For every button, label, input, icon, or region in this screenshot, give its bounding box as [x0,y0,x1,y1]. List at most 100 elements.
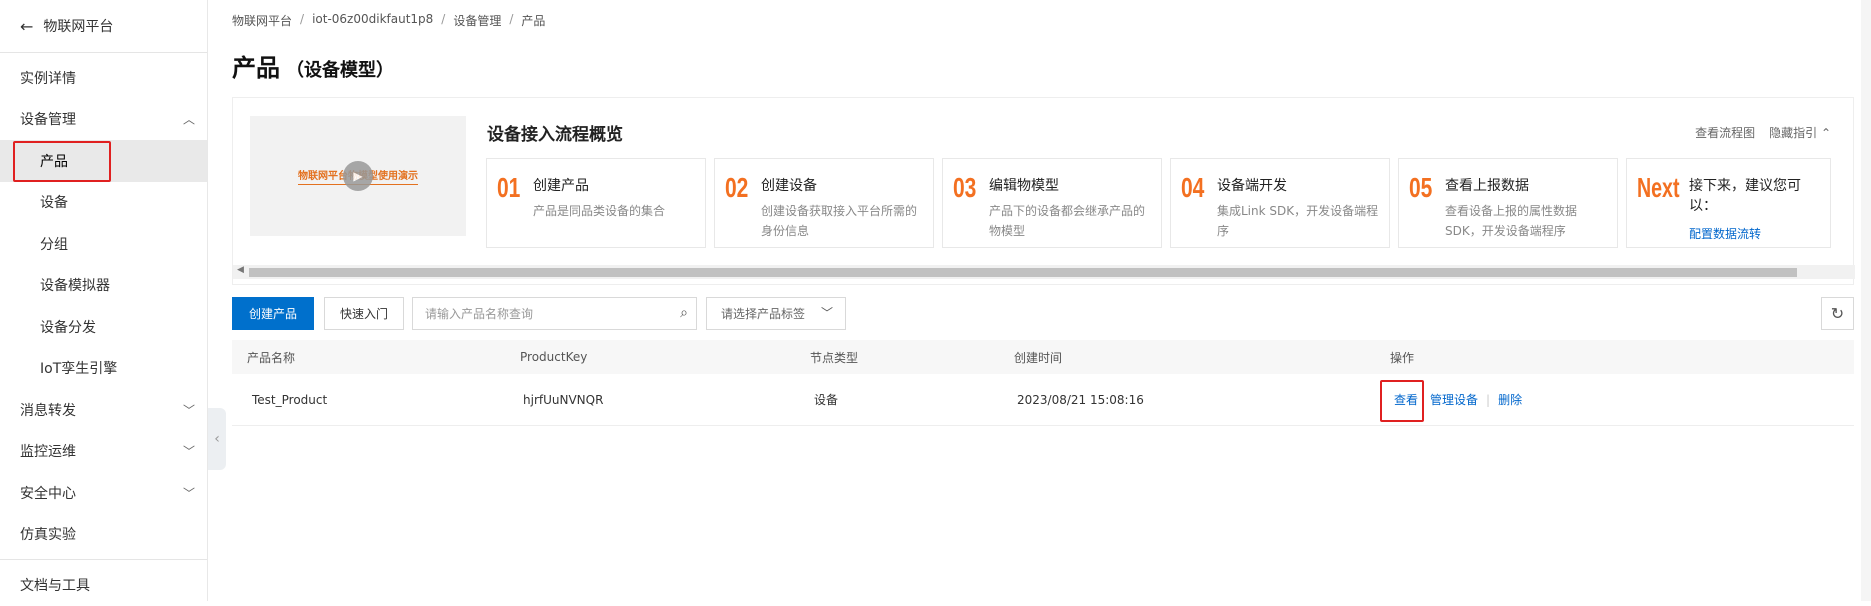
breadcrumb-separator: / [441,12,446,26]
sidebar-item-security[interactable]: 安全中心 ﹀ [0,472,207,514]
column-header: ProductKey [520,350,588,364]
step-title: 接下来，建议您可以： [1689,178,1801,214]
page-subtitle: （设备模型） [286,60,394,81]
hide-guide-link[interactable]: 隐藏指引 ⌃ [1769,124,1831,141]
cell-created-time: 2023/08/21 15:08:16 [1017,392,1144,407]
sidebar-item-product[interactable]: 产品 [0,140,207,182]
page-title-text: 产品 [232,54,280,82]
quick-start-button[interactable]: 快速入门 [324,297,404,330]
sidebar-item-docs-tools[interactable]: 文档与工具 [0,564,207,606]
manage-devices-link[interactable]: 管理设备 [1430,391,1478,408]
sidebar-item-iot-twin[interactable]: IoT孪生引擎 [0,348,207,390]
breadcrumb-item[interactable]: iot-06z00dikfaut1p8 [312,12,433,29]
column-header: 操作 [1390,350,1415,365]
delete-link[interactable]: 删除 [1498,391,1522,408]
back-to-platform[interactable]: ← 物联网平台 [0,0,207,52]
guide-step[interactable]: 01 创建产品 产品是同品类设备的集合 [486,158,706,248]
highlight-box-view [1380,380,1424,422]
scroll-left-icon[interactable]: ◀ [237,265,244,275]
scrollbar-thumb[interactable] [249,268,1797,277]
column-header: 创建时间 [1014,350,1063,365]
vertical-scrollbar[interactable] [1861,0,1871,601]
arrow-left-icon: ← [20,16,34,36]
sidebar-divider [0,52,207,53]
product-search: ⌕ [412,297,697,330]
sidebar-item-simulator[interactable]: 设备模拟器 [0,265,207,307]
sidebar-item-device[interactable]: 设备 [0,182,207,224]
demo-video[interactable]: 物联网平台物模型使用演示 ▶ [250,116,466,236]
column-header: 产品名称 [247,350,296,365]
product-search-input[interactable] [425,306,665,321]
sidebar-item-instance[interactable]: 实例详情 [0,57,207,99]
product-tag-select[interactable]: 请选择产品标签 ﹀ [706,297,846,330]
breadcrumb-item-current: 产品 [521,14,546,28]
sidebar-item-label: 分组 [40,236,68,253]
view-flowchart-link[interactable]: 查看流程图 [1695,124,1755,141]
chevron-down-icon: ﹀ [182,403,195,418]
step-desc: 集成Link SDK，开发设备端程序 [1217,204,1379,238]
sidebar-item-label: 设备管理 [20,112,76,129]
tag-select-placeholder: 请选择产品标签 [721,307,806,321]
breadcrumb-item[interactable]: 设备管理 [453,12,501,29]
sidebar-item-label: 安全中心 [20,485,76,502]
step-title: 查看上报数据 [1445,178,1529,194]
step-title: 创建设备 [761,178,817,194]
step-desc: 产品是同品类设备的集合 [533,204,666,218]
guide-title: 设备接入流程概览 [487,125,623,145]
sidebar-item-label: 监控运维 [20,444,76,461]
guide-step[interactable]: 02 创建设备 创建设备获取接入平台所需的身份信息 [714,158,934,248]
sidebar-item-label: 产品 [40,153,68,170]
chevron-up-icon: ︿ [182,112,195,127]
sidebar-item-label: 文档与工具 [20,577,90,594]
product-table: 产品名称 ProductKey 节点类型 创建时间 操作 Test_Produc… [232,340,1854,426]
sidebar-item-distribution[interactable]: 设备分发 [0,306,207,348]
guide-step[interactable]: 03 编辑物模型产品下的设备都会继承产品的物模型 [942,158,1162,248]
main-content: 物联网平台 / iot-06z00dikfaut1p8 / 设备管理 / 产品 产品 （… [232,0,1871,601]
sidebar-item-monitoring[interactable]: 监控运维 ﹀ [0,431,207,473]
sidebar-item-label: 设备分发 [40,319,96,336]
sidebar-item-label: 设备 [40,195,68,212]
play-icon[interactable]: ▶ [343,161,373,191]
guide-links: 查看流程图 隐藏指引 ⌃ [1695,124,1831,141]
step-desc: 查看设备上报的属性数据SDK，开发设备端程序 [1445,204,1578,238]
create-product-button[interactable]: 创建产品 [232,297,314,330]
cell-product-name: Test_Product [252,392,328,407]
chevron-down-icon: ﹀ [820,306,833,320]
sidebar-item-simulation-lab[interactable]: 仿真实验 [0,514,207,556]
sidebar-item-label: 消息转发 [20,402,76,419]
step-title: 创建产品 [533,178,589,194]
horizontal-scrollbar[interactable]: ◀ [233,265,1855,279]
guide-steps: 01 创建产品 产品是同品类设备的集合 02 创建设备 创建设备获取接入平台所需的身份信… [486,158,1831,248]
sidebar-item-device-management[interactable]: 设备管理 ︿ [0,99,207,141]
breadcrumb: 物联网平台 / iot-06z00dikfaut1p8 / 设备管理 / 产品 [232,12,545,29]
step-desc: 产品下的设备都会继承产品的物模型 [989,204,1146,238]
configure-dataflow-link[interactable]: 配置数据流转 [1689,225,1822,242]
sidebar-collapse-handle[interactable]: ‹ [208,408,226,470]
sidebar: ← 物联网平台 实例详情 设备管理 ︿ 产品 设备 分组 设备模拟器 设备分发 I… [0,0,208,601]
sidebar-item-label: IoT孪生引擎 [40,361,118,378]
search-icon[interactable]: ⌕ [680,305,688,321]
sidebar-item-label: 仿真实验 [20,527,76,544]
breadcrumb-separator: / [509,12,514,26]
refresh-button[interactable]: ↻ [1821,297,1854,330]
chevron-down-icon: ﹀ [182,486,195,501]
sidebar-item-message-forwarding[interactable]: 消息转发 ﹀ [0,389,207,431]
cell-product-key: hjrfUuNVNQR [523,392,604,407]
step-number: 03 [953,172,977,203]
chevron-left-icon: ‹ [214,431,220,447]
product-toolbar: 创建产品 快速入门 ⌕ 请选择产品标签 ﹀ ↻ [232,297,1854,331]
sidebar-item-label: 设备模拟器 [40,278,110,295]
step-title: 编辑物模型 [989,178,1059,194]
step-title: 设备端开发 [1217,178,1287,194]
action-divider: | [1486,392,1491,407]
table-row: Test_Product hjrfUuNVNQR 设备 2023/08/21 1… [232,374,1854,426]
guide-step[interactable]: 05 查看上报数据查看设备上报的属性数据SDK，开发设备端程序 [1398,158,1618,248]
step-number: 02 [725,172,749,203]
guide-step[interactable]: 04 设备端开发集成Link SDK，开发设备端程序 [1170,158,1390,248]
step-number: Next [1637,172,1680,203]
breadcrumb-item[interactable]: 物联网平台 [232,12,292,29]
sidebar-divider [0,559,207,560]
step-number: 05 [1409,172,1433,203]
sidebar-item-group[interactable]: 分组 [0,223,207,265]
step-number: 04 [1181,172,1205,203]
